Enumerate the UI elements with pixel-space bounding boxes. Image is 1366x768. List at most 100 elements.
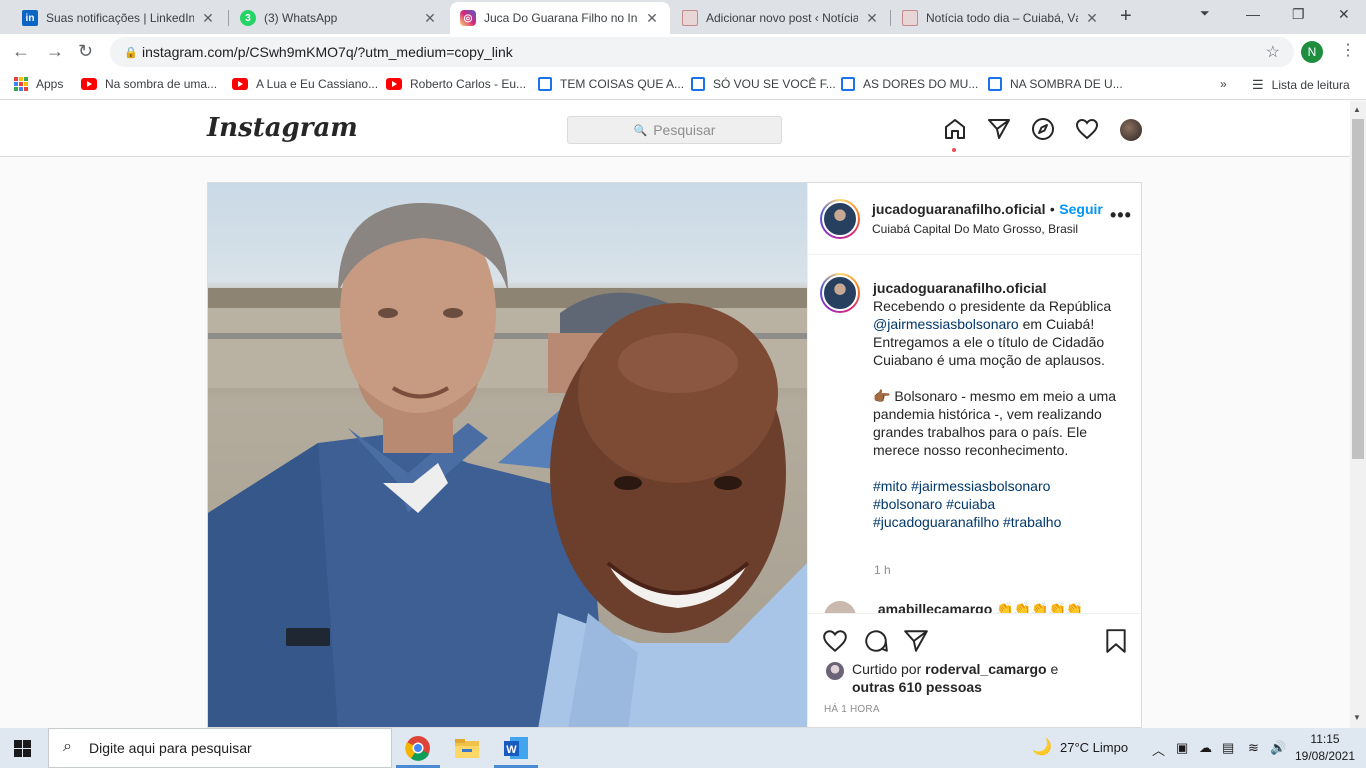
post-location[interactable]: Cuiabá Capital Do Mato Grosso, Brasil [872,222,1078,236]
hashtag-link[interactable]: #mito [873,478,907,494]
instagram-header: Instagram 🔍 Pesquisar [0,101,1350,157]
close-icon[interactable]: ✕ [1084,10,1100,27]
activity-heart-icon[interactable] [1075,117,1099,141]
reading-list-button[interactable]: ☰ Lista de leitura [1252,77,1350,93]
taskbar-search-input[interactable]: ⌕ Digite aqui para pesquisar [48,728,392,768]
post-timestamp[interactable]: HÁ 1 HORA [824,704,880,715]
follow-button[interactable]: Seguir [1059,201,1103,217]
weather-moon-icon[interactable]: 🌙 [1032,737,1052,757]
bookmark-item[interactable]: TEM COISAS QUE A... [538,77,684,91]
new-tab-button[interactable]: + [1120,5,1132,28]
address-bar[interactable]: 🔒 instagram.com/p/CSwh9mKMO7q/?utm_mediu… [110,37,1294,67]
close-icon[interactable]: ✕ [200,10,216,27]
home-icon[interactable] [943,117,967,141]
tab-search-icon[interactable]: ⏷ [1200,6,1210,21]
tab-title: Adicionar novo post ‹ Notícia todo dia [706,11,858,25]
post-sidebar: jucadoguaranafilho.oficial • Seguir Cuia… [807,183,1141,727]
scrollbar-thumb[interactable] [1352,119,1364,459]
page-icon [902,10,918,26]
bookmark-apps[interactable]: Apps [14,77,63,91]
photo-illustration [208,203,807,727]
hashtag-link[interactable]: #jucadoguaranafilho [873,514,999,530]
back-icon[interactable]: ← [12,41,30,62]
profile-avatar[interactable]: N [1301,41,1323,63]
share-icon[interactable] [903,628,929,654]
search-input[interactable]: 🔍 Pesquisar [567,116,782,144]
separator-dot: • [1049,201,1055,217]
caption-time[interactable]: 1 h [874,563,891,577]
hashtag-link[interactable]: #cuiaba [946,496,995,512]
browser-tab-strip: in Suas notificações | LinkedIn ✕ 3 (3) … [0,0,1366,34]
bookmark-item[interactable]: SÓ VOU SE VOCÊ F... [691,77,836,91]
file-explorer-icon[interactable] [453,734,481,762]
reload-icon[interactable]: ↻ [78,41,93,62]
device-icon[interactable]: ▣ [1176,740,1188,756]
reading-list-icon: ☰ [1252,77,1264,92]
show-hidden-icons-chevron-icon[interactable]: ︿ [1152,740,1165,759]
scroll-down-icon[interactable]: ▼ [1353,713,1361,722]
caption-username[interactable]: jucadoguaranafilho.oficial [873,280,1046,296]
doc-icon [538,77,552,91]
volume-icon[interactable]: 🔊 [1270,740,1286,756]
caption-paragraph: 👉🏾 Bolsonaro - mesmo em meio a uma pande… [873,388,1117,458]
word-icon[interactable]: W [502,734,530,762]
system-clock[interactable]: 11:15 19/08/2021 [1290,731,1360,765]
scroll-up-icon[interactable]: ▲ [1353,105,1361,114]
page-scrollbar[interactable]: ▲ ▼ [1350,101,1366,728]
tab-whatsapp[interactable]: 3 (3) WhatsApp ✕ [230,2,448,34]
youtube-icon [232,78,248,90]
post-header: jucadoguaranafilho.oficial • Seguir Cuia… [808,183,1141,255]
bookmark-item[interactable]: Roberto Carlos - Eu... [386,77,526,91]
browser-menu-icon[interactable]: ⋮ [1340,40,1356,60]
tab-instagram[interactable]: ◎ Juca Do Guarana Filho no Instagram ✕ [450,2,670,34]
bookmark-item[interactable]: Na sombra de uma... [81,77,217,91]
more-options-icon[interactable]: ••• [1110,205,1132,226]
tab-noticia-todo-dia[interactable]: Notícia todo dia – Cuiabá, Várzea Grande… [892,2,1110,34]
bookmark-item[interactable]: A Lua e Eu Cassiano... [232,77,378,91]
liker-avatar[interactable] [826,662,844,680]
tab-linkedin[interactable]: in Suas notificações | LinkedIn ✕ [12,2,226,34]
caption-author-avatar[interactable] [820,273,860,313]
browser-toolbar: ← → ↻ 🔒 instagram.com/p/CSwh9mKMO7q/?utm… [0,34,1366,70]
tab-separator [228,10,229,26]
hashtag-link[interactable]: #trabalho [1003,514,1061,530]
post-actions: Curtido por roderval_camargo e outras 61… [808,613,1141,727]
bookmark-item[interactable]: NA SOMBRA DE U... [988,77,1123,91]
author-username[interactable]: jucadoguaranafilho.oficial [872,201,1045,217]
hashtag-link[interactable]: #jairmessiasbolsonaro [911,478,1050,494]
like-heart-icon[interactable] [822,628,848,654]
app-tray-icon[interactable]: ▤ [1222,740,1234,756]
direct-messages-icon[interactable] [987,117,1011,141]
other-likers-link[interactable]: outras 610 pessoas [852,679,982,695]
post-photo[interactable] [208,183,807,727]
search-icon: 🔍 [633,124,648,137]
caption-text: Recebendo o presidente da República [873,298,1112,314]
cloud-icon[interactable]: ☁ [1199,740,1212,756]
minimize-button[interactable]: — [1246,6,1260,22]
explore-icon[interactable] [1031,117,1055,141]
windows-start-icon[interactable] [14,740,31,757]
close-window-button[interactable]: ✕ [1338,6,1350,23]
bookmark-item[interactable]: AS DORES DO MU... [841,77,978,91]
caption-mention[interactable]: @jairmessiasbolsonaro [873,316,1019,332]
more-bookmarks-button[interactable]: » [1220,77,1227,91]
liker-username[interactable]: roderval_camargo [925,661,1046,677]
tab-adicionar-post[interactable]: Adicionar novo post ‹ Notícia todo dia ✕ [672,2,890,34]
weather-text[interactable]: 27°C Limpo [1060,740,1128,755]
close-icon[interactable]: ✕ [864,10,880,27]
restore-button[interactable]: ❐ [1292,6,1305,23]
forward-icon[interactable]: → [46,41,64,62]
author-avatar[interactable] [820,199,860,239]
instagram-logo[interactable]: Instagram [207,113,358,143]
svg-text:W: W [506,744,517,756]
comment-icon[interactable] [863,628,889,654]
profile-avatar[interactable] [1120,119,1142,141]
save-bookmark-icon[interactable] [1103,628,1129,654]
hashtag-link[interactable]: #bolsonaro [873,496,942,512]
bookmark-star-icon[interactable]: ☆ [1266,42,1280,62]
close-icon[interactable]: ✕ [422,10,438,27]
wifi-icon[interactable]: ≋ [1248,740,1259,756]
whatsapp-icon: 3 [240,10,256,26]
close-icon[interactable]: ✕ [644,10,660,27]
chrome-icon[interactable] [404,734,432,762]
